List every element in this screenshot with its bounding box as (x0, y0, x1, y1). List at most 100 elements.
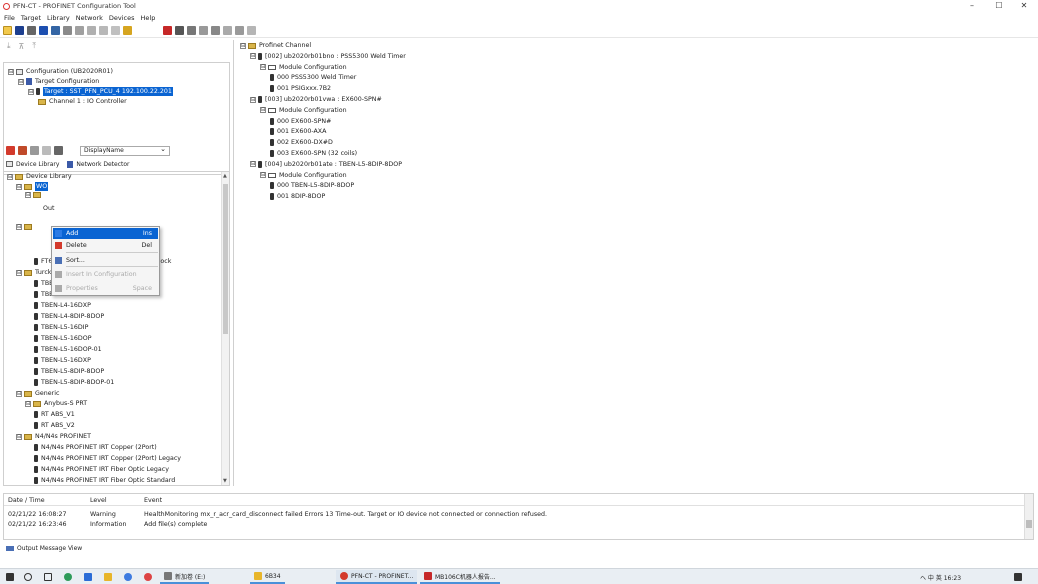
expand-toggle-icon[interactable]: ⊟ (16, 224, 22, 230)
tree-node[interactable]: Channel 1 : IO Controller (38, 97, 127, 106)
app-icon-4[interactable] (144, 572, 155, 582)
library-tool-icon[interactable] (30, 146, 39, 155)
tree-node[interactable]: 000 EX600-SPN# (270, 117, 331, 126)
pin-icon[interactable]: ⊼ (19, 42, 25, 51)
expand-toggle-icon[interactable]: ⊟ (7, 173, 13, 180)
scroll-up-arrow[interactable]: ▲ (223, 173, 227, 179)
stop-icon[interactable] (163, 26, 172, 35)
expand-toggle-icon[interactable]: ⊟ (16, 433, 22, 440)
tree-node[interactable]: TBEN-L5-16DXP (34, 356, 91, 365)
tree-node[interactable]: ⊟ Module Configuration (260, 106, 347, 115)
node-icon[interactable] (235, 26, 244, 35)
header-level[interactable]: Level (90, 497, 107, 504)
output-scroll-thumb[interactable] (1026, 520, 1032, 528)
grid-icon[interactable] (199, 26, 208, 35)
task-view-icon[interactable] (44, 572, 55, 582)
library-sort-icon[interactable] (54, 146, 63, 155)
maximize-button[interactable]: ☐ (987, 0, 1011, 12)
expand-toggle-icon[interactable]: ⊟ (250, 96, 256, 103)
device-icon[interactable] (223, 26, 232, 35)
tree-node[interactable]: 000 TBEN-L5-8DIP-8DOP (270, 181, 354, 190)
start-icon[interactable] (6, 572, 17, 582)
tree-node[interactable]: ⊟ [003] ub2020rb01vwa : EX600-SPN# (250, 95, 382, 104)
tree-node[interactable]: 000 PSS5300 Weld Timer (270, 73, 356, 82)
tree-node[interactable]: ⊟ Turck (16, 268, 51, 277)
tree-node[interactable]: ⊟ [002] ub2020rb01bno : PSS5300 Weld Time… (250, 52, 406, 61)
tab-network-detector[interactable]: Network Detector (67, 160, 130, 168)
expand-toggle-icon[interactable]: ⊟ (25, 400, 31, 407)
tree-node[interactable]: 003 EX600-SPN (32 coils) (270, 149, 357, 158)
context-menu-item[interactable]: Properties Space (53, 283, 158, 294)
tree-node[interactable]: ⊟ Module Configuration (260, 171, 347, 180)
scroll-thumb[interactable] (223, 184, 228, 334)
tree-node[interactable]: ⊟ [004] ub2020rb01ate : TBEN-L5-8DIP-8DOP (250, 160, 402, 169)
close-button[interactable]: ✕ (1012, 0, 1036, 12)
taskbar-folder[interactable]: 6B34 (250, 570, 285, 584)
tree-node[interactable]: TBEN-L5-16DOP (34, 334, 92, 343)
tree-node[interactable]: 001 PSIGxxx.7B2 (270, 84, 331, 93)
tab-device-library[interactable]: Device Library (6, 161, 59, 168)
expand-toggle-icon[interactable]: ⊟ (260, 107, 266, 114)
tree-node[interactable]: TBEN-L4-16DXP (34, 301, 91, 310)
edge-icon[interactable] (64, 572, 75, 582)
expand-toggle-icon[interactable]: ⊟ (25, 192, 31, 198)
tree-node[interactable]: ⊟ Module Configuration (260, 63, 347, 72)
pane-splitter[interactable] (233, 40, 234, 486)
app-icon-3[interactable] (124, 572, 135, 582)
expand-icon[interactable]: ⤒ (32, 41, 36, 51)
header-date[interactable]: Date / Time (8, 497, 45, 504)
tree-node[interactable]: ⊟ (25, 192, 44, 198)
expand-toggle-icon[interactable]: ⊟ (16, 390, 22, 397)
add-library-icon[interactable] (6, 146, 15, 155)
tree-node[interactable]: ⊟ (16, 224, 35, 230)
save-icon[interactable] (15, 26, 24, 35)
output-scrollbar[interactable] (1024, 494, 1033, 539)
header-event[interactable]: Event (144, 497, 162, 504)
system-tray[interactable]: ヘ 中 英 16:23 (920, 572, 961, 582)
context-menu-item[interactable]: Add Ins (53, 228, 158, 239)
compare-icon[interactable] (99, 26, 108, 35)
tools-icon[interactable] (111, 26, 120, 35)
explorer-icon[interactable] (104, 572, 115, 582)
tree-node[interactable]: TBEN-L5-8DIP-8DOP (34, 367, 104, 376)
context-menu-item[interactable]: Delete Del (53, 240, 158, 251)
window-icon[interactable] (51, 26, 60, 35)
taskbar-pfnct[interactable]: PFN-CT - PROFINET... (336, 570, 418, 584)
context-menu-item[interactable]: Sort... (53, 255, 158, 266)
tree-node[interactable]: 001 8DIP-8DOP (270, 192, 325, 201)
taskbar-drive[interactable]: 新加卷 (E:) (160, 570, 210, 584)
help-icon[interactable] (123, 26, 132, 35)
tree-node[interactable]: N4/N4s PROFINET IRT Fiber Optic Legacy (34, 465, 169, 474)
expand-toggle-icon[interactable]: ⊟ (28, 88, 34, 95)
menu-help[interactable]: Help (141, 14, 156, 22)
tree-node[interactable]: ⊟ Profinet Channel (240, 41, 311, 50)
tree-node[interactable]: ⊟ Configuration (UB2020R01) (8, 67, 113, 76)
display-mode-dropdown[interactable]: DisplayName (80, 145, 170, 156)
expand-toggle-icon[interactable]: ⊟ (18, 78, 24, 85)
menu-network[interactable]: Network (76, 14, 103, 22)
tree-node[interactable]: ⊟ WO (16, 182, 49, 191)
tree-node[interactable]: ⊟ Anybus-S PRT (25, 399, 87, 408)
new-icon[interactable] (3, 26, 12, 35)
tree-node[interactable]: N4/N4s PROFINET IRT Copper (2Port) (34, 443, 157, 452)
tab-output-message-view[interactable]: Output Message View (3, 543, 82, 554)
expand-toggle-icon[interactable]: ⊟ (250, 161, 256, 168)
expand-toggle-icon[interactable]: ⊟ (8, 68, 14, 75)
filter-icon[interactable] (247, 26, 256, 35)
tree-node[interactable]: N4/N4s PROFINET IRT Copper (2Port) Legac… (34, 454, 181, 463)
collapse-icon[interactable]: ⤓ (7, 41, 11, 51)
expand-toggle-icon[interactable]: ⊟ (16, 183, 22, 190)
device-library-tree[interactable]: ⊟Device Library⊟WO⊟Out⊟put NPN blockput … (3, 171, 230, 486)
library-filter-icon[interactable] (42, 146, 51, 155)
remove-library-icon[interactable] (18, 146, 27, 155)
tree-node[interactable]: TBEN-L5-16DIP (34, 323, 88, 332)
tree-node[interactable]: RT ABS_V1 (34, 410, 75, 419)
connect-icon[interactable] (175, 26, 184, 35)
list-icon[interactable] (211, 26, 220, 35)
tree-node[interactable]: ⊟ N4/N4s PROFINET (16, 432, 91, 441)
tree-node[interactable]: ⊟ Generic (16, 389, 59, 398)
app-icon-2[interactable] (84, 572, 95, 582)
expand-toggle-icon[interactable]: ⊟ (260, 172, 266, 179)
download-icon[interactable] (75, 26, 84, 35)
tree-node[interactable]: TBEN-L5-8DIP-8DOP-01 (34, 378, 114, 387)
